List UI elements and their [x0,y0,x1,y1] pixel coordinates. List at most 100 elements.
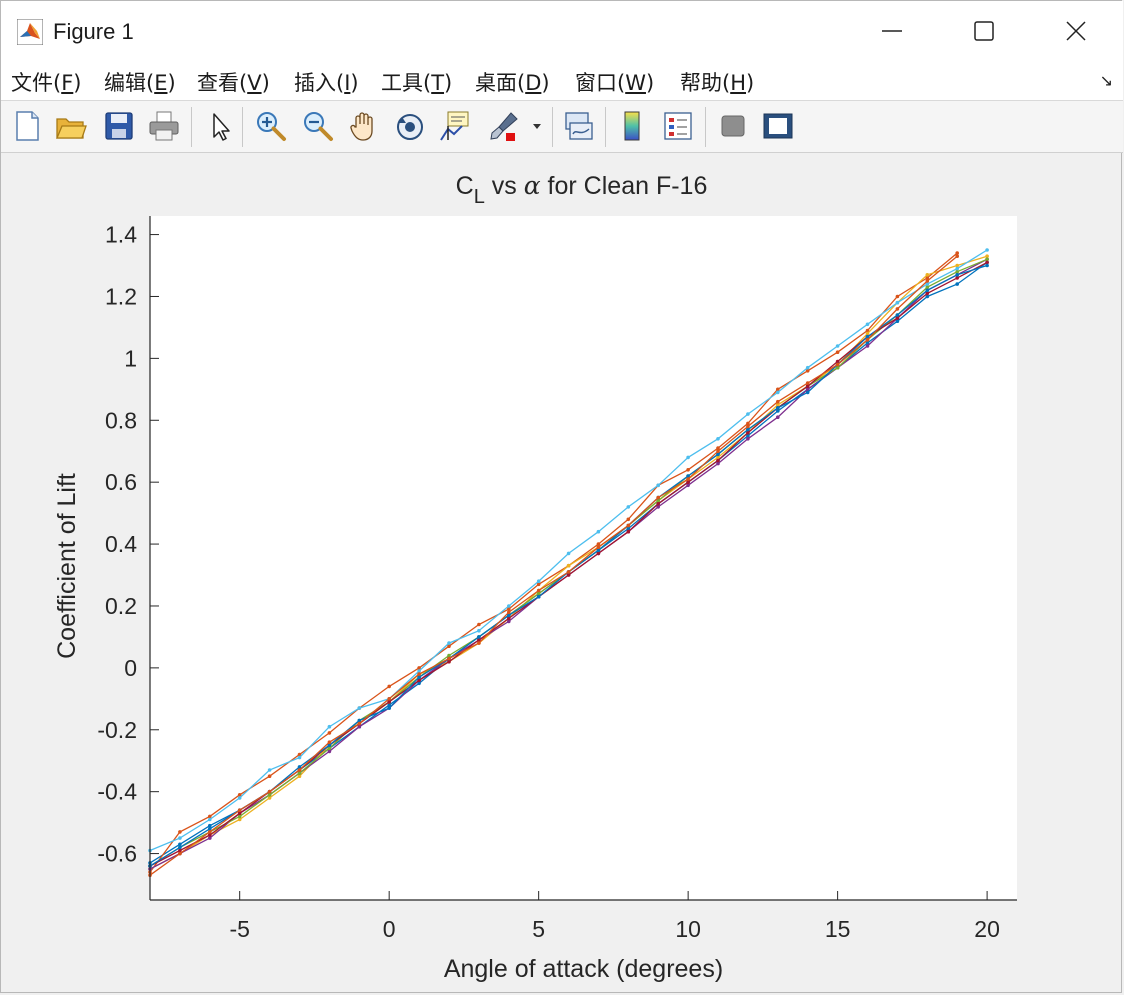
series-3-point [925,273,930,277]
series-7-point [895,316,900,320]
series-2-point [955,251,959,255]
close-button[interactable] [1029,1,1123,61]
chart-title: CL vs α for Clean F-16 [456,171,708,208]
series-8-point [477,635,481,639]
zoom-out-button[interactable] [301,109,335,143]
series-6-point [327,724,332,729]
y-tick-label: 1.4 [105,222,137,248]
x-tick-label: 10 [675,916,701,942]
series-6-point [208,817,212,822]
series-9-point [596,545,601,549]
series-1-point [208,823,212,828]
brush-button[interactable] [487,109,521,143]
series-7-point [447,659,451,664]
series-6-point [656,483,660,488]
series-3-point [955,263,959,268]
rotate-3d-button[interactable] [393,109,427,143]
menu-tools[interactable]: 工具(T) [381,67,452,97]
series-6-point [178,836,182,840]
series-7-point [686,480,690,485]
series-6-point [297,755,302,760]
data-cursor-button[interactable] [438,109,472,143]
series-6-point [716,437,720,441]
series-7-point [237,811,242,816]
series-8-point [985,263,989,268]
series-6-point [776,390,780,395]
edit-plot-button[interactable] [204,109,238,143]
series-3-point [985,254,989,258]
series-4-point [746,437,750,441]
menu-window[interactable]: 窗口(W) [575,67,654,97]
y-tick-label: -0.2 [97,717,137,743]
series-2-point [895,294,900,299]
series-7-point [596,551,601,556]
series-9-point [686,477,690,481]
colorbar-button[interactable] [615,109,649,143]
series-7-point [716,458,720,463]
series-3-point [865,331,870,336]
series-5-point [985,257,989,262]
series-7-point [955,276,959,280]
brush-icon [490,112,518,141]
menu-view[interactable]: 查看(V) [197,67,270,97]
open-file-button[interactable] [54,109,88,143]
print-button[interactable] [147,109,181,143]
series-4-point [357,724,362,729]
hide-plot-tools-button[interactable] [716,109,750,143]
minimize-button[interactable] [845,1,939,61]
series-2-point [835,350,840,354]
dock-arrow-icon[interactable]: ↘ [1100,71,1113,91]
open-file-icon [56,118,87,139]
series-8-point [895,313,900,317]
new-figure-button[interactable] [10,109,44,143]
legend-button[interactable] [661,109,695,143]
zoom-in-button[interactable] [254,109,288,143]
series-9-point [357,721,362,726]
axes-background[interactable] [150,216,1017,900]
matlab-logo-icon [17,19,43,45]
link-plot-button[interactable] [562,109,596,143]
window-title: Figure 1 [53,19,134,44]
menu-desktop[interactable]: 桌面(D) [475,67,550,97]
pan-button[interactable] [347,109,381,143]
menu-edit[interactable]: 编辑(E) [104,67,176,97]
save-icon [105,112,133,140]
series-6-point [477,628,481,633]
series-7-point [507,616,511,621]
series-6-point [417,669,421,673]
menu-insert[interactable]: 插入(I) [294,67,359,97]
zoom-in-icon [257,112,286,141]
series-6-point [985,248,989,252]
chevron-down-icon [533,124,541,129]
series-9-point [566,570,571,574]
series-6-point [267,768,272,772]
series-2-point [208,814,212,819]
series-2-point [477,622,481,627]
series-4-point [865,344,870,348]
series-6-point [536,579,541,583]
series-2-point [267,774,272,778]
y-axis-label: Coefficient of Lift [53,473,81,659]
maximize-button[interactable] [937,1,1031,61]
figure-window: Figure 1 文件(F) 编辑(E) 查看(V) 插入(I) 工具(T) 桌… [0,0,1123,993]
save-button[interactable] [102,109,136,143]
series-6-point [955,266,959,271]
series-5-point [447,653,451,658]
menu-file[interactable]: 文件(F) [11,67,82,97]
chart-title-subscript: L [474,186,485,208]
series-5-point [237,814,242,819]
series-6-point [835,344,840,348]
rotate-3d-icon [397,114,423,140]
y-tick-label: 0.8 [105,407,137,433]
brush-dropdown[interactable] [529,109,545,143]
menu-help[interactable]: 帮助(H) [680,67,754,97]
series-5-point [267,793,272,797]
series-9-point [237,808,242,812]
series-8-point [925,288,930,293]
colorbar-icon [624,111,640,141]
show-plot-tools-button[interactable] [761,109,795,143]
series-3-point [237,817,242,822]
series-8-point [805,390,810,395]
series-9-point [626,523,631,528]
series-7-point [626,529,631,534]
